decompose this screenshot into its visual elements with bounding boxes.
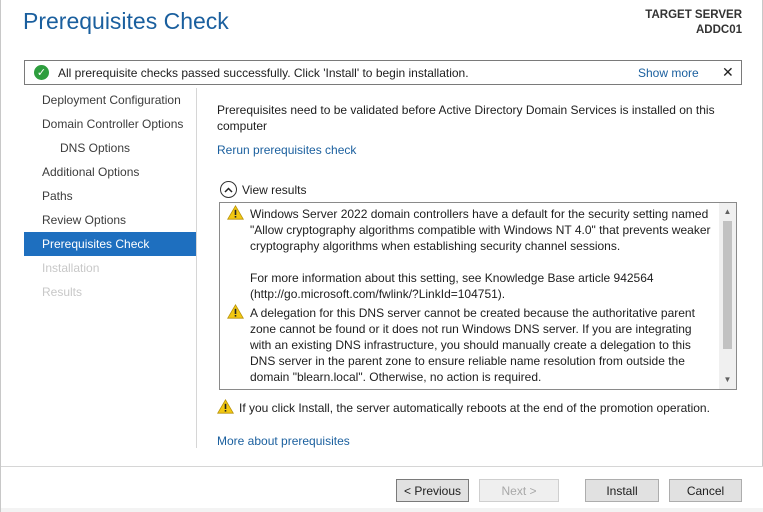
main-content: Prerequisites need to be validated befor… [217,102,737,134]
sidebar-item-paths[interactable]: Paths [24,184,196,208]
sidebar-item-deployment-configuration[interactable]: Deployment Configuration [24,88,196,112]
sidebar-item-review-options[interactable]: Review Options [24,208,196,232]
notice-text: All prerequisite checks passed successfu… [58,65,469,80]
view-results-label: View results [242,182,307,197]
target-server-name: ADDC01 [695,24,742,36]
rerun-prerequisites-link[interactable]: Rerun prerequisites check [217,143,356,157]
sidebar-item-results: Results [42,285,83,299]
sidebar-item-dns-options[interactable]: DNS Options [24,136,196,160]
more-about-prerequisites-link[interactable]: More about prerequisites [217,434,350,448]
wizard-window: Prerequisites Check TARGET SERVER ADDC01… [0,0,763,512]
scroll-down-icon[interactable]: ▼ [719,373,736,387]
sidebar-item-domain-controller-options[interactable]: Domain Controller Options [24,112,196,136]
warning-icon [227,205,244,220]
previous-button[interactable]: < Previous [396,479,469,502]
window-bottom-edge [1,508,763,512]
results-list: Windows Server 2022 domain controllers h… [219,202,737,390]
sidebar-item-additional-options[interactable]: Additional Options [24,160,196,184]
view-results-toggle[interactable]: View results [220,181,306,198]
page-title: Prerequisites Check [23,8,229,34]
close-icon[interactable]: ✕ [722,64,734,81]
cancel-button[interactable]: Cancel [669,479,742,502]
warning-icon [227,304,244,319]
warning-icon [217,399,234,417]
reboot-warning: If you click Install, the server automat… [217,399,710,417]
scroll-up-icon[interactable]: ▲ [719,205,736,219]
next-button: Next > [479,479,559,502]
success-check-icon: ✓ [34,65,49,80]
sidebar-item-installation: Installation [42,261,100,275]
status-notice-bar: ✓ All prerequisite checks passed success… [24,60,742,85]
target-server-label: TARGET SERVER [645,9,742,21]
reboot-warning-text: If you click Install, the server automat… [239,401,710,415]
result-item: Windows Server 2022 domain controllers h… [220,203,720,302]
sidebar-divider [196,88,197,448]
result-text: A delegation for this DNS server cannot … [250,306,695,384]
result-text: For more information about this setting,… [250,271,654,301]
result-text: Windows Server 2022 domain controllers h… [250,207,711,253]
target-server: TARGET SERVER ADDC01 [645,8,742,38]
prerequisites-description: Prerequisites need to be validated befor… [217,103,715,133]
chevron-up-icon [220,181,237,198]
sidebar-item-prerequisites-check[interactable]: Prerequisites Check [24,232,196,256]
wizard-footer: < Previous Next > Install Cancel [1,467,763,512]
install-button[interactable]: Install [585,479,659,502]
scroll-thumb[interactable] [723,221,732,349]
show-more-link[interactable]: Show more [638,66,699,80]
results-scrollbar[interactable]: ▲ ▼ [719,203,736,389]
results-content: Windows Server 2022 domain controllers h… [220,203,720,385]
result-item: A delegation for this DNS server cannot … [220,302,720,385]
wizard-steps-sidebar: Deployment Configuration Domain Controll… [24,88,196,304]
